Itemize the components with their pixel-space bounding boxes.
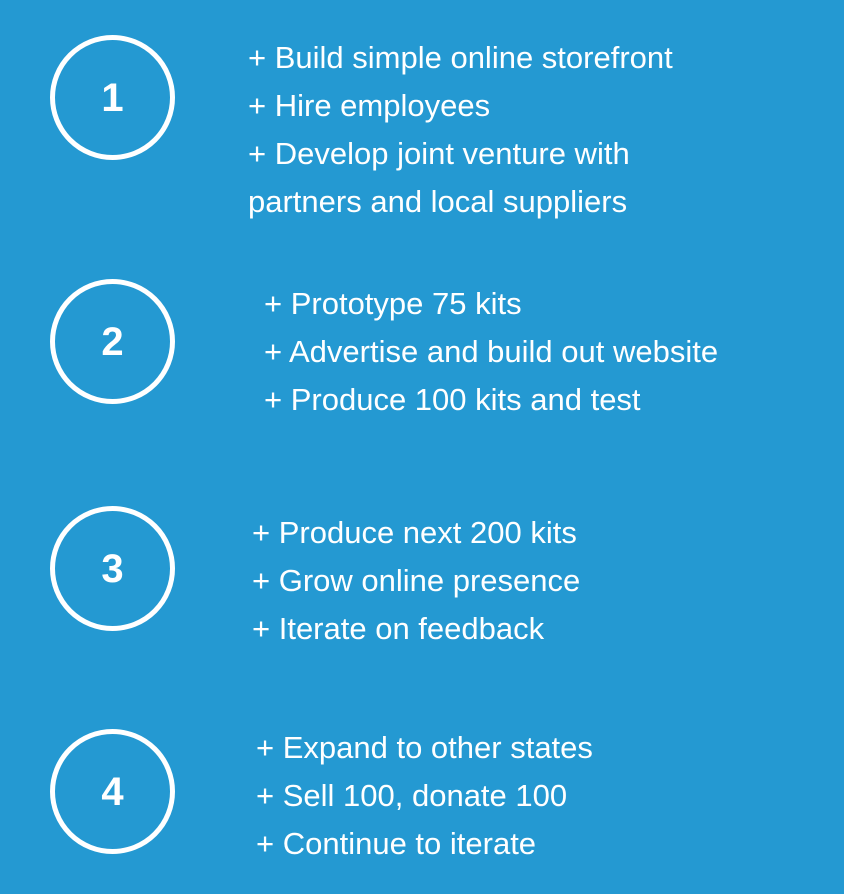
step-item: + Sell 100, donate 100 xyxy=(256,778,568,813)
step-item: + Iterate on feedback xyxy=(252,611,545,646)
step-items: + Expand to other states + Sell 100, don… xyxy=(256,724,593,868)
step-number-circle: 1 xyxy=(50,35,175,160)
step-item: partners and local suppliers xyxy=(248,184,628,219)
step-item: + Develop joint venture with xyxy=(248,136,630,171)
step-item: + Build simple online storefront xyxy=(248,40,673,75)
step-number: 2 xyxy=(101,319,124,364)
step-number-circle: 3 xyxy=(50,506,175,631)
step-number: 1 xyxy=(101,75,124,120)
step-item: + Continue to iterate xyxy=(256,826,537,861)
step-number: 3 xyxy=(101,546,124,591)
step-items: + Prototype 75 kits + Advertise and buil… xyxy=(264,280,718,424)
step-items: + Build simple online storefront + Hire … xyxy=(248,34,673,226)
step-item: + Hire employees xyxy=(248,88,491,123)
roadmap-diagram: 1 + Build simple online storefront + Hir… xyxy=(0,0,844,894)
step-item: + Produce next 200 kits xyxy=(252,515,577,550)
step-number-circle: 2 xyxy=(50,279,175,404)
step-items: + Produce next 200 kits + Grow online pr… xyxy=(252,509,580,653)
step-item: + Prototype 75 kits xyxy=(264,286,522,321)
step-item: + Expand to other states xyxy=(256,730,593,765)
step-item: + Produce 100 kits and test xyxy=(264,382,641,417)
step-item: + Advertise and build out website xyxy=(264,334,719,369)
step-number: 4 xyxy=(101,769,124,814)
step-number-circle: 4 xyxy=(50,729,175,854)
step-item: + Grow online presence xyxy=(252,563,581,598)
